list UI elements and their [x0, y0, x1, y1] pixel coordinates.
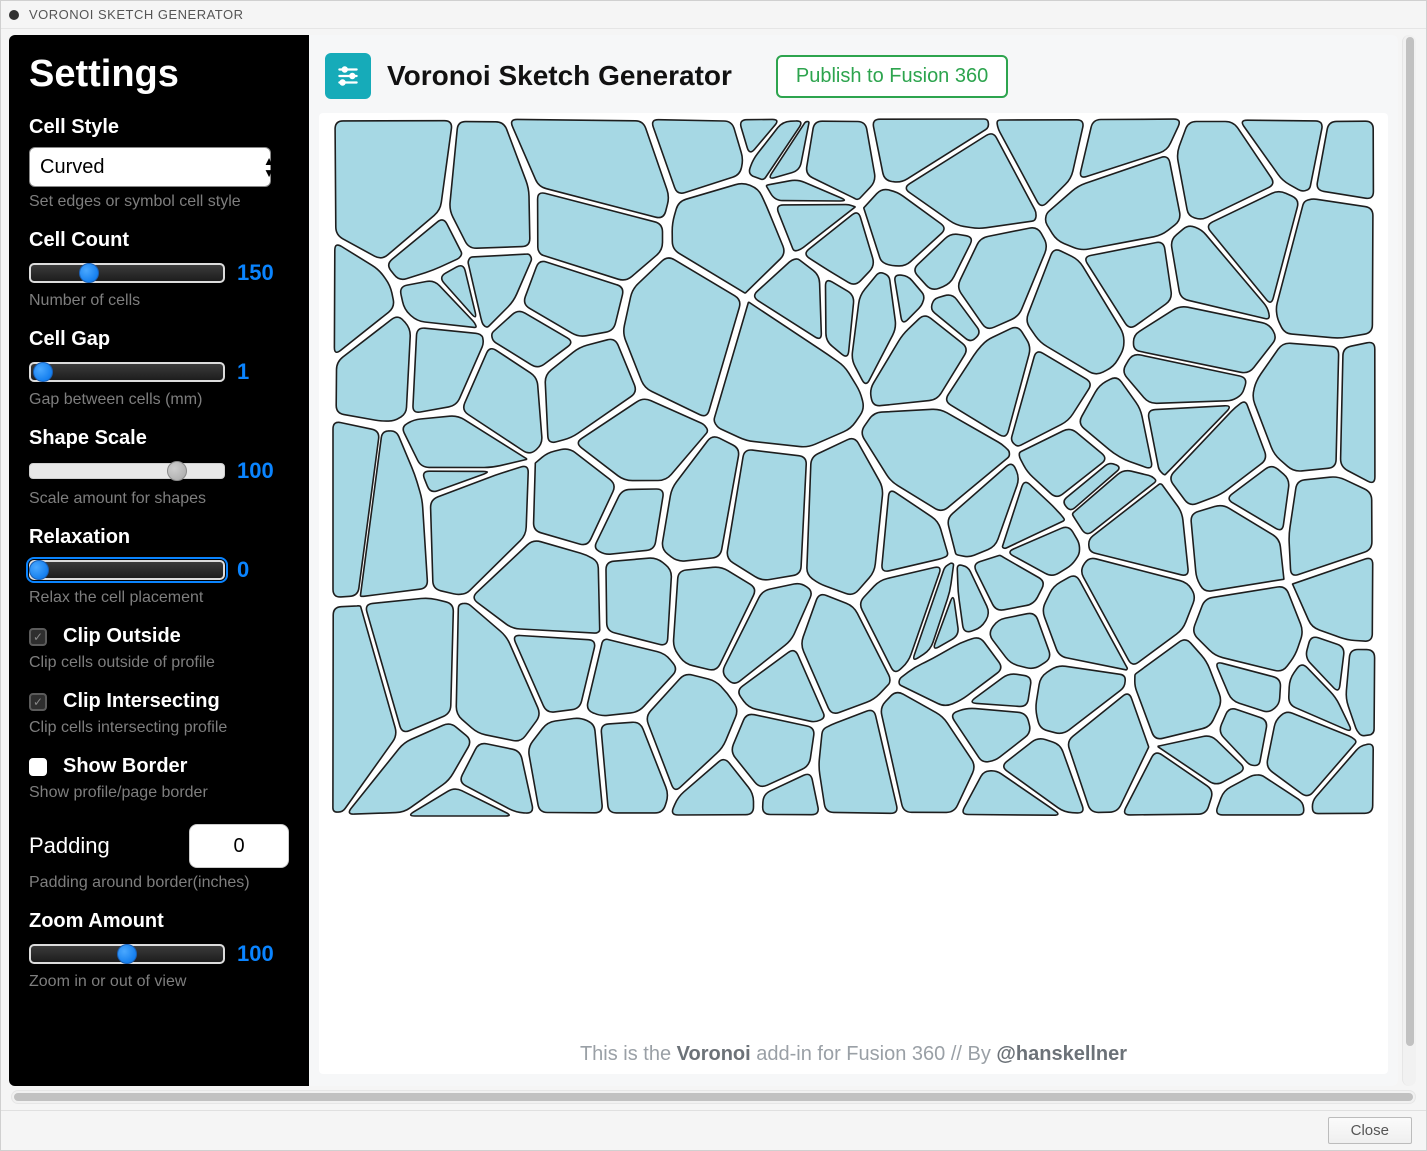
cell-count-value: 150: [237, 260, 274, 286]
zoom-help: Zoom in or out of view: [29, 973, 289, 991]
clip-intersecting-label: Clip Intersecting: [63, 690, 220, 713]
padding-help: Padding around border(inches): [29, 874, 289, 892]
zoom-value: 100: [237, 941, 274, 967]
clip-intersecting-checkbox[interactable]: ✓: [29, 693, 47, 711]
show-border-label: Show Border: [63, 755, 187, 778]
shape-scale-help: Scale amount for shapes: [29, 490, 289, 508]
page-title: Voronoi Sketch Generator: [387, 60, 732, 92]
window-title: VORONOI SKETCH GENERATOR: [29, 7, 244, 22]
cell-count-help: Number of cells: [29, 292, 289, 310]
cell-style-help: Set edges or symbol cell style: [29, 193, 289, 211]
voronoi-preview: [332, 117, 1376, 817]
settings-sidebar: Settings Cell Style Curved ▲▼ Set edges …: [9, 35, 309, 1086]
shape-scale-value: 100: [237, 458, 274, 484]
preview-canvas: This is the Voronoi add-in for Fusion 36…: [319, 113, 1388, 1074]
zoom-label: Zoom Amount: [29, 910, 289, 933]
body: Settings Cell Style Curved ▲▼ Set edges …: [1, 29, 1426, 1150]
cell-gap-slider[interactable]: [29, 362, 225, 382]
cell-style-label: Cell Style: [29, 116, 289, 139]
padding-label: Padding: [29, 833, 110, 859]
dialog-button-bar: Close: [1, 1110, 1426, 1150]
cell-style-select[interactable]: Curved: [29, 147, 271, 187]
horizontal-scrollbar[interactable]: [11, 1090, 1416, 1104]
settings-heading: Settings: [29, 53, 289, 96]
window: VORONOI SKETCH GENERATOR Settings Cell S…: [0, 0, 1427, 1151]
clip-intersecting-help: Clip cells intersecting profile: [29, 719, 289, 737]
clip-outside-help: Clip cells outside of profile: [29, 654, 289, 672]
clip-outside-label: Clip Outside: [63, 625, 181, 648]
publish-button[interactable]: Publish to Fusion 360: [776, 55, 1008, 98]
relaxation-help: Relax the cell placement: [29, 589, 289, 607]
window-menu-icon[interactable]: [9, 10, 19, 20]
footer-credit: This is the Voronoi add-in for Fusion 36…: [580, 1029, 1127, 1074]
cell-gap-value: 1: [237, 359, 249, 385]
clip-outside-checkbox[interactable]: ✓: [29, 628, 47, 646]
vertical-scrollbar[interactable]: [1402, 35, 1416, 1086]
cell-gap-help: Gap between cells (mm): [29, 391, 289, 409]
cell-gap-label: Cell Gap: [29, 328, 289, 351]
close-button[interactable]: Close: [1328, 1117, 1412, 1144]
main-panel: Voronoi Sketch Generator Publish to Fusi…: [309, 35, 1398, 1086]
title-bar: VORONOI SKETCH GENERATOR: [1, 1, 1426, 29]
main-header: Voronoi Sketch Generator Publish to Fusi…: [319, 47, 1388, 113]
show-border-help: Show profile/page border: [29, 784, 289, 802]
relaxation-slider[interactable]: [29, 560, 225, 580]
show-border-checkbox[interactable]: [29, 758, 47, 776]
relaxation-value: 0: [237, 557, 249, 583]
padding-input[interactable]: [189, 824, 289, 868]
settings-sliders-icon: [325, 53, 371, 99]
zoom-slider[interactable]: [29, 944, 225, 964]
relaxation-label: Relaxation: [29, 526, 289, 549]
cell-count-label: Cell Count: [29, 229, 289, 252]
cell-count-slider[interactable]: [29, 263, 225, 283]
shape-scale-label: Shape Scale: [29, 427, 289, 450]
shape-scale-slider[interactable]: [29, 463, 225, 479]
